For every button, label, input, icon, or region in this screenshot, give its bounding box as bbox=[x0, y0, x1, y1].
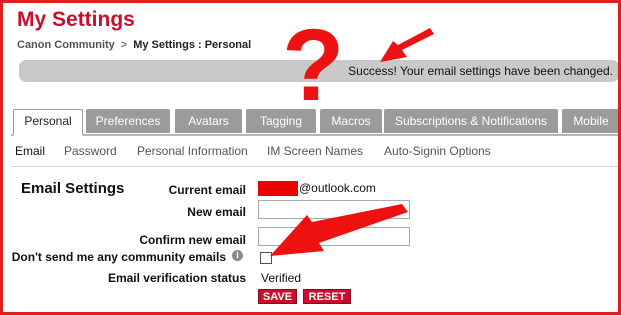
success-message: Success! Your email settings have been c… bbox=[348, 64, 613, 78]
breadcrumb: Canon Community > My Settings : Personal bbox=[17, 39, 251, 51]
breadcrumb-separator-icon: > bbox=[120, 39, 128, 51]
subtab-password[interactable]: Password bbox=[64, 144, 117, 158]
email-verification-status-value: Verified bbox=[261, 271, 302, 285]
new-email-field[interactable] bbox=[258, 200, 410, 219]
page-title: My Settings bbox=[17, 8, 135, 31]
breadcrumb-link-community[interactable]: Canon Community bbox=[17, 39, 115, 51]
confirm-new-email-field[interactable] bbox=[258, 227, 410, 246]
no-community-emails-checkbox[interactable] bbox=[260, 252, 272, 264]
tab-macros[interactable]: Macros bbox=[320, 109, 382, 133]
tab-personal[interactable]: Personal bbox=[13, 109, 83, 136]
info-icon[interactable]: i bbox=[232, 250, 243, 261]
no-community-emails-label: Don't send me any community emails bbox=[11, 250, 226, 264]
save-button[interactable]: SAVE bbox=[258, 289, 297, 304]
subtab-im-screen-names[interactable]: IM Screen Names bbox=[267, 144, 363, 158]
tab-mobile[interactable]: Mobile bbox=[562, 109, 618, 133]
confirm-new-email-label: Confirm new email bbox=[139, 233, 246, 247]
tab-preferences[interactable]: Preferences bbox=[86, 109, 170, 133]
screenshot-frame: My Settings Canon Community > My Settings … bbox=[0, 0, 621, 315]
current-email-label: Current email bbox=[168, 183, 246, 197]
tab-tagging[interactable]: Tagging bbox=[246, 109, 316, 133]
subtab-personal-information[interactable]: Personal Information bbox=[137, 144, 248, 158]
email-verification-status-label: Email verification status bbox=[107, 271, 246, 285]
success-banner: Success! Your email settings have been c… bbox=[19, 60, 618, 82]
redacted-email-block bbox=[258, 181, 298, 196]
tab-subscriptions-notifications[interactable]: Subscriptions & Notifications bbox=[384, 109, 558, 133]
email-settings-heading: Email Settings bbox=[21, 180, 125, 197]
subtab-divider bbox=[11, 166, 618, 167]
tab-avatars[interactable]: Avatars bbox=[175, 109, 242, 133]
breadcrumb-current: My Settings : Personal bbox=[133, 39, 252, 51]
reset-button[interactable]: RESET bbox=[303, 289, 351, 304]
new-email-label: New email bbox=[187, 205, 246, 219]
settings-tabs: Personal Preferences Avatars Tagging Mac… bbox=[11, 109, 618, 136]
subtab-auto-signin-options[interactable]: Auto-Signin Options bbox=[384, 144, 491, 158]
subtab-email[interactable]: Email bbox=[15, 144, 45, 158]
current-email-domain: @outlook.com bbox=[299, 181, 376, 195]
